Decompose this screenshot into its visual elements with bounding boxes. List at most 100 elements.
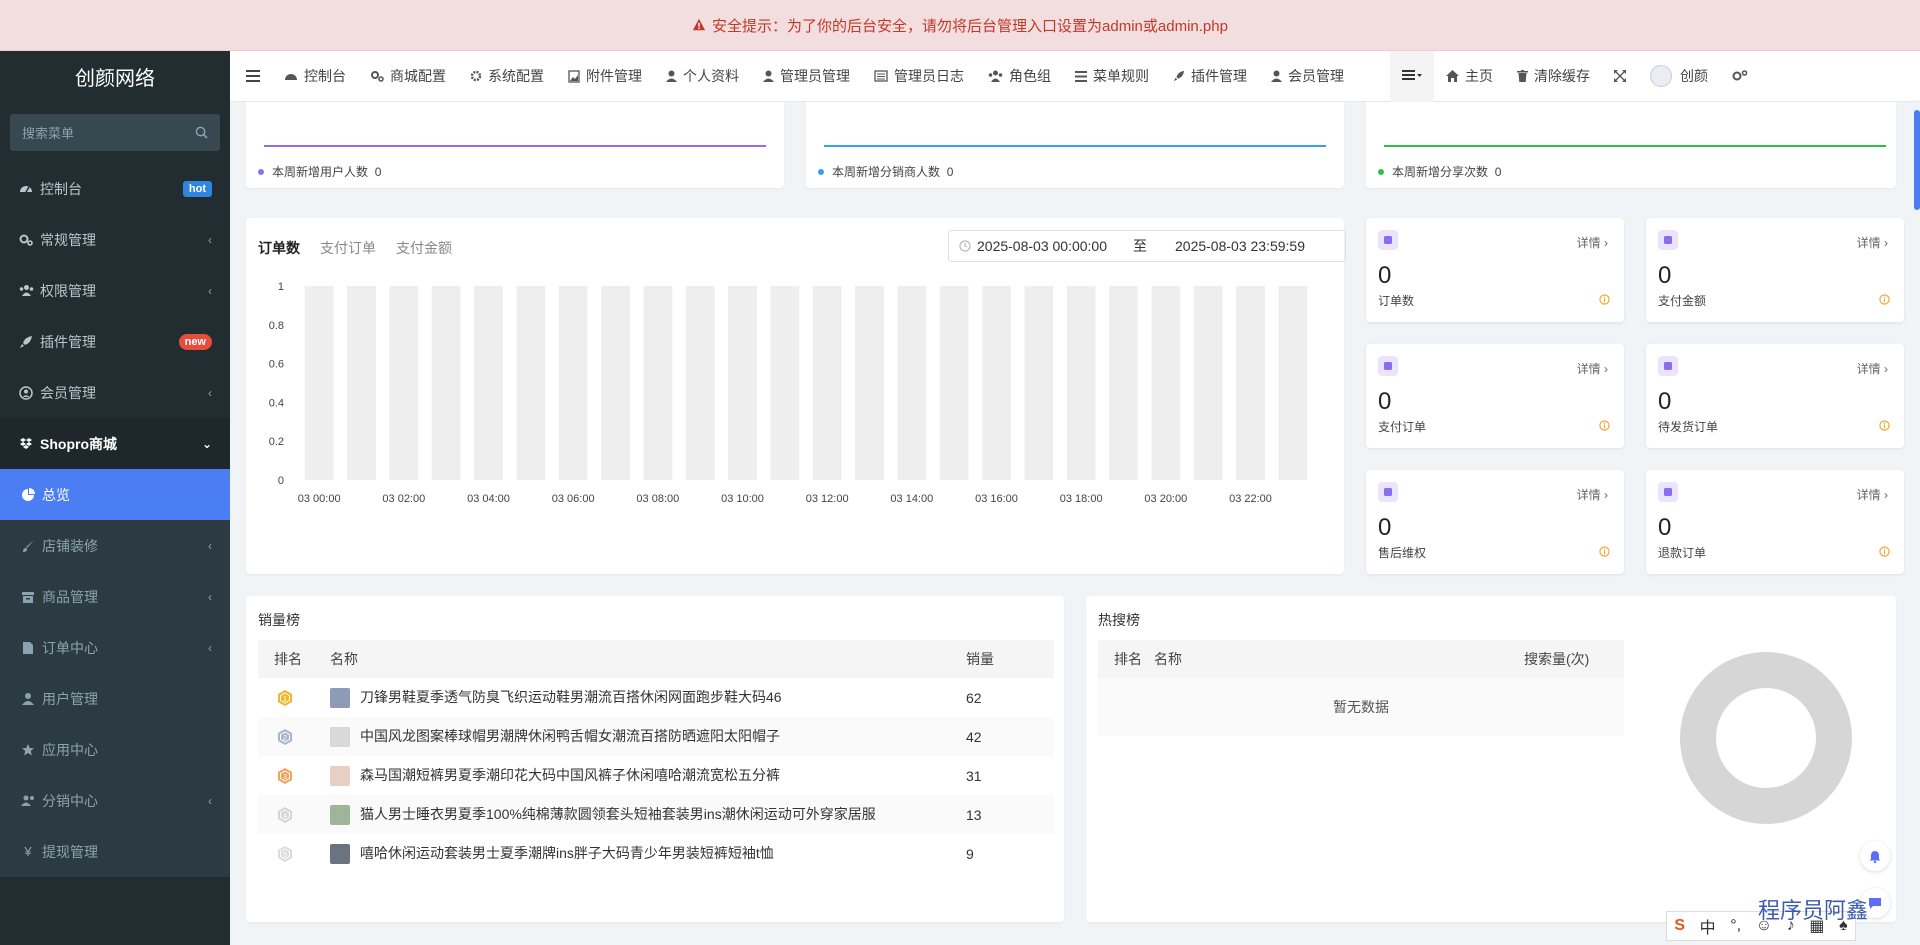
info-icon[interactable] (1599, 546, 1610, 557)
info-icon[interactable] (1879, 420, 1890, 431)
tab-dashboard[interactable]: 控制台 (272, 51, 358, 102)
sidebar-subitem-overview[interactable]: 总览 (0, 469, 230, 520)
y-tick-label: 0 (278, 475, 284, 487)
date-from[interactable]: 2025-08-03 00:00:00 (977, 238, 1107, 254)
x-tick-label: 03 18:00 (1060, 493, 1103, 505)
menu-toggle-button[interactable] (230, 51, 272, 102)
tab-role-group[interactable]: 角色组 (976, 51, 1063, 102)
sidebar-search[interactable]: 搜索菜单 (10, 114, 220, 151)
sidebar-menu: 控制台 hot 常规管理 ‹ 权限管理 ‹ 插件管理 new 会员管理 ‹ Sh… (0, 163, 230, 877)
search-input[interactable]: 搜索菜单 (22, 123, 74, 142)
bell-icon[interactable] (1869, 850, 1881, 863)
fullscreen-button[interactable] (1602, 51, 1638, 102)
tab-paid-orders[interactable]: 支付订单 (320, 238, 376, 258)
column-header-rank: 排名 (1098, 640, 1154, 678)
sidebar-subitem-apps[interactable]: 应用中心 (0, 724, 230, 775)
sidebar-item-members[interactable]: 会员管理 ‹ (0, 367, 230, 418)
clear-cache-button[interactable]: 清除缓存 (1505, 51, 1602, 102)
tab-paid-amount[interactable]: 支付金额 (396, 238, 452, 258)
product-name[interactable]: 中国风龙图案棒球帽男潮牌休闲鸭舌帽女潮流百搭防晒遮阳太阳帽子 (360, 728, 780, 744)
tab-profile[interactable]: 个人资料 (654, 51, 751, 102)
tab-system-config[interactable]: 系统配置 (458, 51, 556, 102)
x-tick-label: 03 10:00 (721, 493, 764, 505)
top-navbar: 控制台 商城配置 系统配置 附件管理 个人资料 管理员管理 管理员日志 角色组 … (230, 50, 1920, 102)
chat-icon[interactable] (1868, 897, 1882, 909)
expand-icon[interactable] (1614, 70, 1626, 82)
tab-menu-rules[interactable]: 菜单规则 (1063, 51, 1161, 102)
new-badge: new (178, 333, 212, 350)
bar-background (304, 286, 334, 480)
sogou-icon[interactable]: S (1674, 917, 1685, 935)
sidebar-subitem-withdraw[interactable]: ¥ 提现管理 (0, 826, 230, 877)
logo[interactable]: 创颜网络 (0, 51, 230, 102)
sidebar-item-dashboard[interactable]: 控制台 hot (0, 163, 230, 214)
tab-shop-config[interactable]: 商城配置 (358, 51, 458, 102)
notification-button[interactable] (1860, 841, 1890, 871)
tab-label: 菜单规则 (1093, 68, 1149, 84)
tab-plugins[interactable]: 插件管理 (1161, 51, 1259, 102)
sidebar-item-plugins[interactable]: 插件管理 new (0, 316, 230, 367)
product-name[interactable]: 刀锋男鞋夏季透气防臭飞织运动鞋男潮流百搭休闲网面跑步鞋大码46 (360, 689, 782, 705)
tab-label: 附件管理 (586, 68, 642, 84)
sidebar-subitem-distribution[interactable]: 分销中心 ‹ (0, 775, 230, 826)
sidebar-item-shopro[interactable]: Shopro商城 ⌄ (0, 418, 230, 469)
sidebar-subitem-orders[interactable]: 订单中心 ‹ (0, 622, 230, 673)
detail-label: 详情 (1856, 488, 1881, 502)
chevron-left-icon: ‹ (208, 283, 212, 298)
product-name[interactable]: 猫人男士睡衣男夏季100%纯棉薄款圆领套头短袖套装男ins潮休闲运动可外穿家居服 (360, 806, 876, 822)
rocket-icon (18, 335, 34, 349)
detail-label: 详情 (1856, 362, 1881, 376)
stat-card: 详情 › 0 支付订单 (1366, 344, 1624, 448)
settings-button[interactable] (1720, 51, 1760, 102)
order-chart-card: 订单数 支付订单 支付金额 2025-08-03 00:00:00 至 2025… (246, 218, 1346, 574)
punctuation-icon[interactable]: °, (1730, 917, 1741, 935)
product-thumbnail (330, 727, 350, 748)
detail-link[interactable]: 详情 › (1577, 360, 1608, 377)
bar-background (558, 286, 588, 480)
tab-admin-log[interactable]: 管理员日志 (862, 51, 976, 102)
detail-link[interactable]: 详情 › (1577, 234, 1608, 251)
rank-medal-icon: 2 (278, 728, 292, 745)
sidebar-subitem-goods[interactable]: 商品管理 ‹ (0, 571, 230, 622)
sidebar-subitem-decoration[interactable]: 店铺装修 ‹ (0, 520, 230, 571)
search-icon[interactable] (195, 126, 208, 139)
detail-link[interactable]: 详情 › (1857, 360, 1888, 377)
gears-icon[interactable] (1732, 69, 1748, 83)
tab-order-count[interactable]: 订单数 (258, 238, 300, 258)
sales-count: 62 (966, 689, 982, 706)
chevron-left-icon: ‹ (208, 793, 212, 808)
user-menu[interactable]: 创颜 (1638, 51, 1720, 102)
hamburger-icon[interactable] (246, 70, 260, 82)
sidebar-item-permissions[interactable]: 权限管理 ‹ (0, 265, 230, 316)
list-icon[interactable] (1402, 70, 1422, 82)
tab-attachments[interactable]: 附件管理 (556, 51, 654, 102)
detail-label: 详情 (1856, 236, 1881, 250)
info-icon[interactable] (1599, 420, 1610, 431)
x-tick-label: 03 22:00 (1229, 493, 1272, 505)
x-tick-label: 03 12:00 (806, 493, 849, 505)
home-link[interactable]: 主页 (1434, 51, 1505, 102)
info-icon[interactable] (1599, 294, 1610, 305)
rank-medal-icon: 1 (278, 689, 292, 706)
more-menu-dropdown[interactable] (1390, 50, 1434, 102)
tab-admin-manage[interactable]: 管理员管理 (751, 51, 862, 102)
bar-background (1109, 286, 1138, 480)
info-icon[interactable] (1879, 294, 1890, 305)
product-name[interactable]: 嘻哈休闲运动套装男士夏季潮牌ins胖子大码青少年男装短裤短袖t恤 (360, 845, 774, 861)
product-name[interactable]: 森马国潮短裤男夏季潮印花大码中国风裤子休闲嘻哈潮流宽松五分裤 (360, 767, 780, 783)
date-range-picker[interactable]: 2025-08-03 00:00:00 至 2025-08-03 23:59:5… (948, 230, 1346, 262)
tab-members[interactable]: 会员管理 (1259, 51, 1356, 102)
ime-language[interactable]: 中 (1700, 914, 1716, 938)
detail-link[interactable]: 详情 › (1857, 486, 1888, 503)
legend-label: 本周新增分销商人数 (832, 165, 941, 179)
date-to[interactable]: 2025-08-03 23:59:59 (1175, 238, 1305, 254)
sidebar-item-general[interactable]: 常规管理 ‹ (0, 214, 230, 265)
legend-dot (818, 168, 824, 175)
sidebar-item-label: 订单中心 (42, 639, 98, 656)
info-icon[interactable] (1879, 546, 1890, 557)
chevron-right-icon: › (1604, 488, 1608, 502)
scrollbar[interactable] (1914, 110, 1920, 210)
detail-link[interactable]: 详情 › (1857, 234, 1888, 251)
sidebar-subitem-users[interactable]: 用户管理 (0, 673, 230, 724)
detail-link[interactable]: 详情 › (1577, 486, 1608, 503)
